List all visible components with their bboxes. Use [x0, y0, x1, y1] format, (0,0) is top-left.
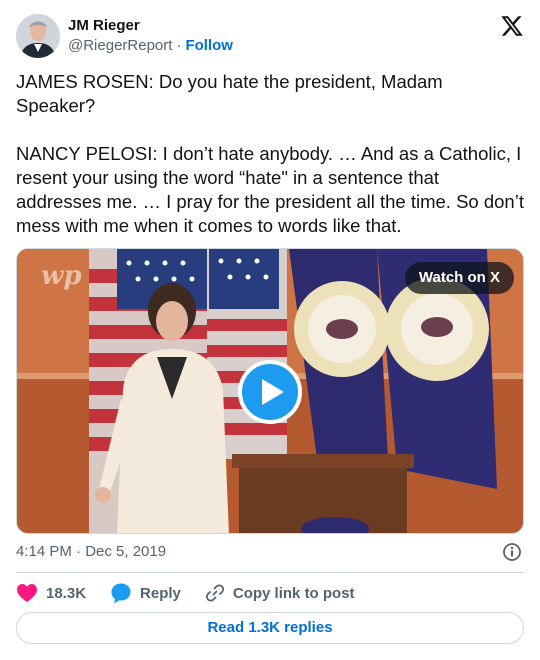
- tweet-timestamp[interactable]: 4:14 PM · Dec 5, 2019: [16, 542, 166, 562]
- speech-bubble-icon: [111, 583, 131, 604]
- link-icon: [205, 584, 224, 602]
- tweet-card: JM Rieger @RiegerReport · Follow JAMES R…: [0, 0, 540, 660]
- x-logo-icon[interactable]: [500, 14, 524, 38]
- author-handle[interactable]: @RiegerReport: [68, 36, 172, 56]
- info-icon[interactable]: [502, 542, 522, 562]
- video-player[interactable]: wp Watch on X: [16, 248, 524, 534]
- action-bar: 18.3K Reply Copy link to post: [16, 582, 379, 604]
- tweet-paragraph-1: JAMES ROSEN: Do you hate the president, …: [16, 71, 443, 116]
- reply-label: Reply: [140, 584, 181, 602]
- author-display-name[interactable]: JM Rieger: [68, 16, 233, 36]
- separator-dot: ·: [176, 37, 182, 54]
- follow-link[interactable]: Follow: [185, 36, 233, 56]
- play-icon: [262, 379, 284, 405]
- divider: [16, 572, 524, 573]
- tweet-text: JAMES ROSEN: Do you hate the president, …: [16, 70, 526, 238]
- play-button[interactable]: [238, 360, 302, 424]
- read-replies-button[interactable]: Read 1.3K replies: [16, 612, 524, 644]
- reply-button[interactable]: Reply: [110, 582, 181, 604]
- tweet-header: JM Rieger @RiegerReport · Follow: [16, 12, 524, 60]
- heart-icon: [17, 584, 37, 602]
- author-handle-row: @RiegerReport · Follow: [68, 36, 233, 56]
- copy-link-button[interactable]: Copy link to post: [205, 583, 355, 603]
- copy-link-label: Copy link to post: [232, 584, 355, 602]
- tweet-paragraph-2: NANCY PELOSI: I don’t hate anybody. … An…: [16, 143, 524, 236]
- watch-on-x-button[interactable]: Watch on X: [404, 262, 514, 294]
- like-button[interactable]: 18.3K: [16, 583, 86, 603]
- avatar[interactable]: [16, 14, 60, 58]
- like-count: 18.3K: [46, 584, 87, 602]
- wapo-watermark: wp: [41, 261, 82, 291]
- author-names: JM Rieger @RiegerReport · Follow: [68, 16, 233, 56]
